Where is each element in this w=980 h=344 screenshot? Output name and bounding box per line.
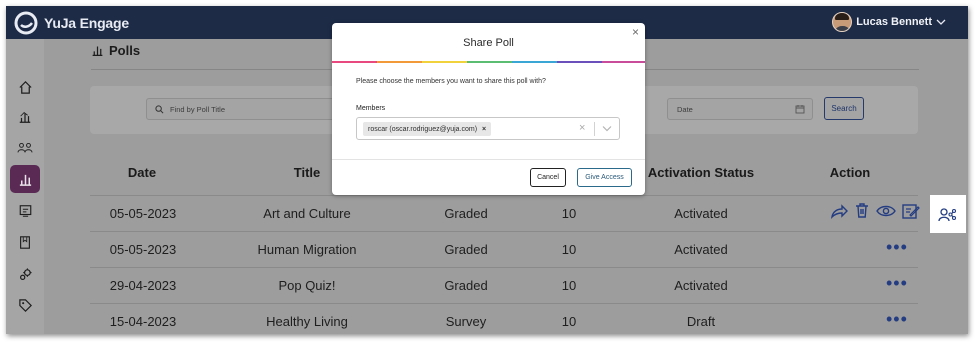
close-icon[interactable]: × (632, 26, 639, 38)
search-button[interactable]: Search (824, 97, 864, 120)
trash-icon[interactable] (854, 202, 870, 219)
column-header-activation-status[interactable]: Activation Status (648, 165, 754, 180)
app-name: YuJa Engage (44, 15, 129, 31)
share-poll-dialog: Share Poll × Please choose the members y… (332, 23, 645, 195)
page-title: Polls (109, 43, 141, 58)
eye-icon[interactable] (876, 204, 896, 218)
divider (332, 159, 645, 160)
home-icon (18, 80, 32, 94)
sidebar-item-polls[interactable] (10, 165, 40, 193)
sidebar-item-notebook[interactable] (10, 228, 40, 256)
cell-count: 10 (561, 206, 577, 221)
table-row: 15-04-2023 Healthy Living Survey 10 Draf… (90, 304, 918, 334)
cell-type: Graded (444, 278, 488, 293)
select-divider (594, 122, 595, 136)
brand[interactable]: YuJa Engage (14, 11, 129, 35)
sidebar-item-analytics[interactable] (10, 103, 40, 131)
cell-status: Activated (674, 206, 728, 221)
remove-member-icon[interactable]: × (482, 126, 486, 133)
cell-type: Graded (444, 242, 488, 257)
more-actions-icon[interactable]: ••• (886, 238, 908, 256)
cell-title[interactable]: Human Migration (258, 242, 357, 257)
column-header-date[interactable]: Date (128, 165, 156, 180)
sidebar-item-integrations[interactable] (10, 260, 40, 288)
groups-icon (17, 142, 33, 153)
edit-icon[interactable] (902, 203, 920, 219)
cell-date: 15-04-2023 (109, 314, 177, 329)
sidebar-item-slides[interactable] (10, 197, 40, 225)
cell-title[interactable]: Art and Culture (263, 206, 350, 221)
row-actions (830, 202, 920, 219)
cell-title[interactable]: Healthy Living (266, 314, 348, 329)
share-icon[interactable] (830, 203, 848, 219)
cancel-button[interactable]: Cancel (530, 168, 566, 187)
cell-count: 10 (561, 278, 577, 293)
cell-type: Graded (444, 206, 488, 221)
member-chip-label: roscar (oscar.rodriguez@yuja.com) (368, 125, 478, 133)
dialog-description: Please choose the members you want to sh… (356, 78, 546, 85)
cell-type: Survey (445, 314, 487, 329)
integrations-icon (19, 267, 32, 280)
cell-status: Activated (674, 242, 728, 257)
analytics-icon (19, 112, 31, 123)
members-label: Members (356, 105, 386, 112)
table-row: 05-05-2023 Art and Culture Graded 10 Act… (90, 195, 966, 233)
cell-status: Draft (686, 314, 716, 329)
clear-selection-icon[interactable]: × (579, 122, 585, 134)
chevron-down-icon[interactable] (602, 125, 612, 132)
give-access-button[interactable]: Give Access (577, 168, 632, 187)
tag-icon (18, 298, 32, 312)
chevron-down-icon (936, 19, 946, 25)
cell-count: 10 (561, 314, 577, 329)
polls-icon (92, 46, 103, 56)
notebook-icon (20, 235, 30, 249)
sidebar (6, 39, 44, 334)
avatar (832, 12, 853, 32)
date-placeholder: Date (677, 104, 693, 114)
more-actions-icon[interactable]: ••• (886, 274, 908, 292)
sidebar-item-groups[interactable] (10, 134, 40, 162)
cell-date: 29-04-2023 (109, 278, 177, 293)
column-header-action: Action (829, 165, 871, 180)
polls-icon (19, 174, 31, 186)
cell-title[interactable]: Pop Quiz! (278, 278, 335, 293)
user-menu[interactable]: Lucas Bennett (832, 12, 946, 32)
slides-icon (19, 205, 31, 217)
cell-date: 05-05-2023 (109, 206, 177, 221)
page-header: Polls (91, 43, 140, 58)
sidebar-item-home[interactable] (10, 73, 40, 101)
more-actions-icon[interactable]: ••• (886, 310, 908, 328)
search-input[interactable]: Find by Poll Title (146, 98, 336, 120)
members-select[interactable]: roscar (oscar.rodriguez@yuja.com) × × (356, 117, 620, 140)
table-row: 29-04-2023 Pop Quiz! Graded 10 Activated… (90, 268, 918, 304)
share-with-members-button[interactable] (930, 195, 966, 233)
table-row: 05-05-2023 Human Migration Graded 10 Act… (90, 232, 918, 268)
user-name: Lucas Bennett (856, 16, 932, 28)
cell-status: Activated (674, 278, 728, 293)
column-header-title[interactable]: Title (294, 165, 321, 180)
share-users-icon (938, 207, 957, 221)
search-placeholder: Find by Poll Title (170, 104, 226, 114)
yuja-logo-icon (14, 11, 38, 35)
date-input[interactable]: Date (667, 98, 813, 120)
cell-date: 05-05-2023 (109, 242, 177, 257)
cell-count: 10 (561, 242, 577, 257)
member-chip: roscar (oscar.rodriguez@yuja.com) × (363, 122, 492, 136)
sidebar-item-tags[interactable] (10, 291, 40, 319)
search-icon (155, 104, 164, 113)
calendar-icon (795, 105, 805, 114)
dialog-title: Share Poll (463, 37, 514, 49)
accent-bar (332, 61, 645, 63)
